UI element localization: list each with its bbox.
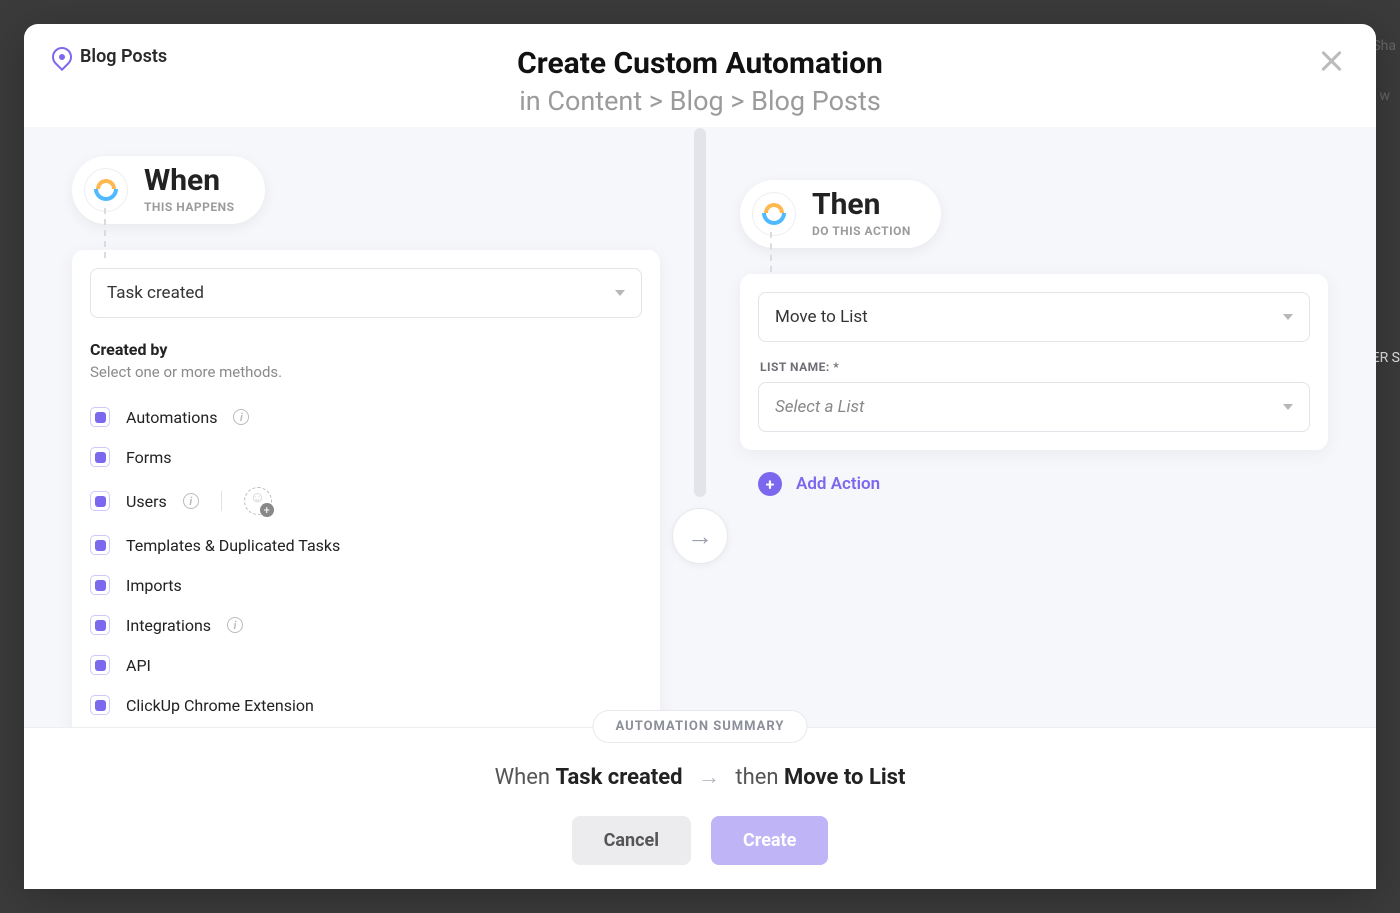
- then-card: Move to List LIST NAME: * Select a List: [740, 274, 1328, 450]
- method-row-api: API: [90, 645, 642, 685]
- add-user-icon[interactable]: [244, 487, 272, 515]
- checkbox-users[interactable]: [90, 491, 110, 511]
- method-row-users: Users i: [90, 477, 642, 525]
- location-badge[interactable]: Blog Posts: [52, 46, 167, 67]
- method-label: Forms: [126, 448, 172, 467]
- location-pin-icon: [48, 42, 76, 70]
- arrow-right-icon: →: [698, 765, 720, 790]
- info-icon[interactable]: i: [183, 493, 199, 509]
- modal-title: Create Custom Automation: [52, 46, 1348, 81]
- list-select-dropdown[interactable]: Select a List: [758, 382, 1310, 432]
- action-dropdown[interactable]: Move to List: [758, 292, 1310, 342]
- chevron-down-icon: [615, 290, 625, 296]
- when-pill: When THIS HAPPENS: [72, 156, 265, 224]
- chevron-down-icon: [1283, 404, 1293, 410]
- action-selected-value: Move to List: [775, 307, 868, 327]
- backdrop-w: w: [1379, 88, 1390, 104]
- method-label: Integrations: [126, 616, 211, 635]
- when-title: When: [144, 166, 235, 196]
- automation-modal: Blog Posts Create Custom Automation in C…: [24, 24, 1376, 889]
- cancel-button[interactable]: Cancel: [572, 816, 691, 865]
- method-label: Templates & Duplicated Tasks: [126, 536, 340, 555]
- checkbox-automations[interactable]: [90, 407, 110, 427]
- summary-then-value: Move to List: [784, 765, 905, 790]
- modal-body: → When THIS HAPPENS Task created Created: [24, 127, 1376, 727]
- checkbox-imports[interactable]: [90, 575, 110, 595]
- method-label: Imports: [126, 576, 182, 595]
- method-row-integrations: Integrations i: [90, 605, 642, 645]
- plus-icon: +: [758, 472, 782, 496]
- then-panel: Then DO THIS ACTION Move to List LIST NA…: [700, 128, 1376, 727]
- method-label: ClickUp Chrome Extension: [126, 696, 314, 715]
- list-placeholder: Select a List: [775, 397, 864, 417]
- add-action-label: Add Action: [796, 474, 880, 494]
- method-row-forms: Forms: [90, 437, 642, 477]
- when-subtitle: THIS HAPPENS: [144, 200, 235, 214]
- then-subtitle: DO THIS ACTION: [812, 224, 911, 238]
- add-action-button[interactable]: + Add Action: [758, 472, 1328, 496]
- connector-line: [770, 232, 772, 272]
- checkbox-api[interactable]: [90, 655, 110, 675]
- checkbox-integrations[interactable]: [90, 615, 110, 635]
- method-row-automations: Automations i: [90, 397, 642, 437]
- list-name-label: LIST NAME: *: [760, 360, 1310, 374]
- created-by-title: Created by: [90, 340, 642, 359]
- create-button[interactable]: Create: [711, 816, 828, 865]
- summary-when-value: Task created: [555, 765, 682, 790]
- checkbox-templates[interactable]: [90, 535, 110, 555]
- method-row-templates: Templates & Duplicated Tasks: [90, 525, 642, 565]
- connector-line: [104, 208, 106, 258]
- created-by-sub: Select one or more methods.: [90, 363, 642, 381]
- modal-header: Blog Posts Create Custom Automation in C…: [24, 24, 1376, 127]
- clickup-logo-icon: [84, 168, 128, 212]
- when-panel: When THIS HAPPENS Task created Created b…: [24, 128, 700, 727]
- chevron-down-icon: [1283, 314, 1293, 320]
- when-card: Task created Created by Select one or mo…: [72, 250, 660, 727]
- divider: [221, 491, 222, 511]
- trigger-selected-value: Task created: [107, 283, 204, 303]
- checkbox-chrome-ext[interactable]: [90, 695, 110, 715]
- method-label: API: [126, 656, 151, 675]
- checkbox-forms[interactable]: [90, 447, 110, 467]
- info-icon[interactable]: i: [227, 617, 243, 633]
- location-name: Blog Posts: [80, 46, 167, 67]
- summary-then-prefix: then: [735, 765, 778, 790]
- summary-when-prefix: When: [495, 765, 550, 790]
- summary-pill: AUTOMATION SUMMARY: [593, 710, 808, 743]
- close-button[interactable]: [1316, 46, 1348, 78]
- method-row-imports: Imports: [90, 565, 642, 605]
- summary-line: When Task created → then Move to List: [24, 764, 1376, 790]
- method-row-chrome-ext: ClickUp Chrome Extension: [90, 685, 642, 725]
- trigger-dropdown[interactable]: Task created: [90, 268, 642, 318]
- breadcrumb: in Content > Blog > Blog Posts: [52, 85, 1348, 117]
- then-title: Then: [812, 190, 911, 220]
- modal-footer: AUTOMATION SUMMARY When Task created → t…: [24, 727, 1376, 889]
- method-label: Automations: [126, 408, 217, 427]
- info-icon[interactable]: i: [233, 409, 249, 425]
- clickup-logo-icon: [752, 192, 796, 236]
- method-label: Users: [126, 492, 167, 511]
